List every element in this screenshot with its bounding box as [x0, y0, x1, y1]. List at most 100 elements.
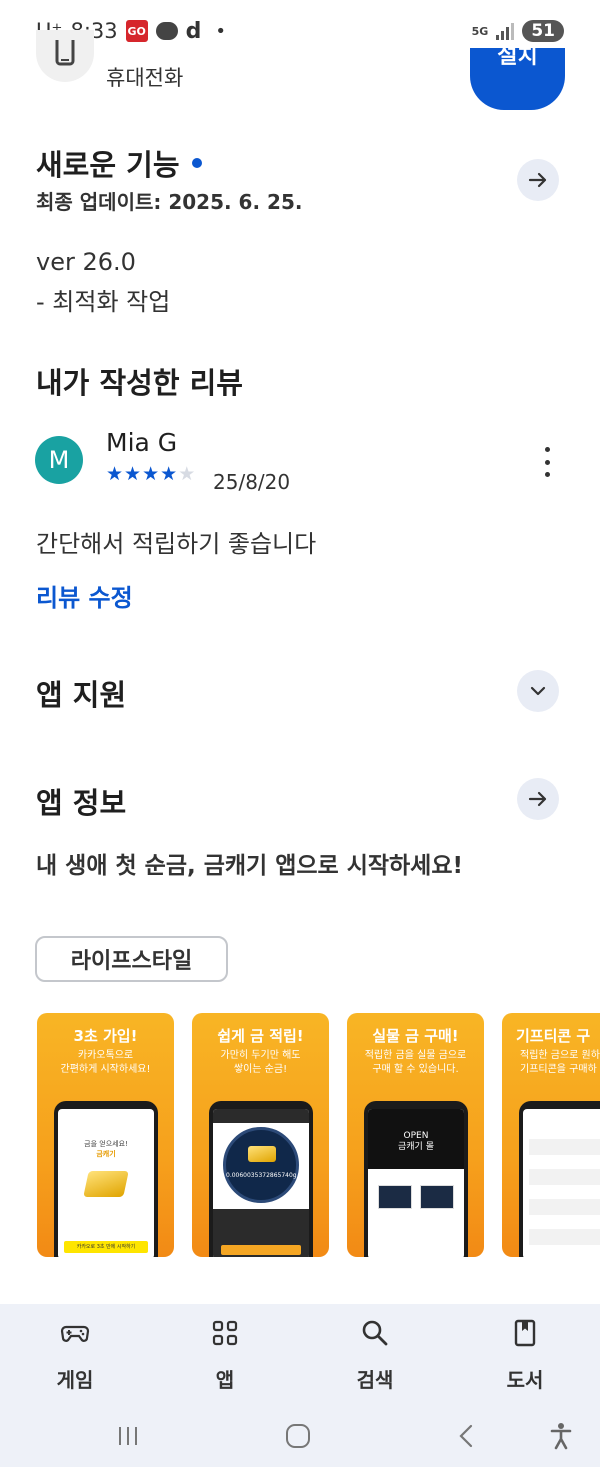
list-row — [529, 1139, 600, 1155]
recent-apps-button[interactable] — [108, 1416, 148, 1456]
review-date: 25/8/20 — [213, 470, 291, 494]
back-button[interactable] — [446, 1416, 486, 1456]
nav-label: 게임 — [56, 1368, 94, 1392]
screen-header — [213, 1109, 309, 1123]
phone-screen: 0.0060035372865740g — [213, 1109, 309, 1257]
screenshot-subtitle-line: 쌓이는 순금! — [233, 1064, 288, 1075]
screenshot-carousel[interactable]: 3초 가입! 카카오톡으로 간편하게 시작하세요! 금을 얻으세요! 금캐기 카… — [0, 1013, 600, 1258]
category-chip[interactable]: 라이프스타일 — [35, 936, 228, 982]
screenshot-subtitle-line: 카카오톡으로 — [77, 1050, 134, 1061]
install-button[interactable]: 설치 — [470, 48, 565, 110]
version-label: ver 26.0 — [36, 248, 136, 276]
phone-screen — [523, 1109, 600, 1257]
system-navigation-bar — [0, 1404, 600, 1467]
release-notes: - 최적화 작업 — [36, 288, 171, 316]
chevron-down-icon — [530, 686, 546, 696]
nav-label: 앱 — [215, 1368, 235, 1392]
arrow-right-icon — [528, 172, 547, 188]
phone-screen: OPEN 금캐기 몰 — [368, 1109, 464, 1257]
nav-item-books[interactable]: 도서 — [450, 1304, 600, 1404]
screen-text-line: 금을 얻으세요! — [84, 1140, 128, 1148]
home-icon — [286, 1424, 310, 1448]
app-info-arrow-button[interactable] — [517, 778, 559, 820]
screenshot-title: 실물 금 구매! — [372, 1027, 459, 1045]
whats-new-title: 새로운 기능 — [36, 142, 202, 184]
phone-device-icon — [36, 30, 94, 82]
screen-button — [221, 1245, 301, 1255]
screenshot-subtitle: 카카오톡으로 간편하게 시작하세요! — [37, 1049, 174, 1077]
phone-screen: 금을 얻으세요! 금캐기 카카오로 3초 만에 시작하기 — [58, 1109, 154, 1257]
last-updated: 최종 업데이트: 2025. 6. 25. — [36, 190, 303, 214]
nav-label: 검색 — [356, 1368, 394, 1392]
nav-item-search[interactable]: 검색 — [300, 1304, 450, 1404]
book-icon — [514, 1319, 536, 1347]
product-card — [378, 1185, 412, 1209]
device-row: 휴대전화 설치 — [0, 30, 600, 110]
screenshot-subtitle-line: 간편하게 시작하세요! — [60, 1064, 151, 1075]
my-review-title: 내가 작성한 리뷰 — [36, 366, 243, 400]
star-filled-icon: ★ — [124, 463, 142, 485]
screenshot-2[interactable]: 쉽게 금 적립! 가만히 두기만 해도 쌓이는 순금! 0.0060035372… — [192, 1013, 329, 1257]
screenshot-subtitle: 가만히 두기만 해도 쌓이는 순금! — [192, 1049, 329, 1077]
banner-mall-name: 금캐기 몰 — [398, 1142, 434, 1152]
mall-banner-text: OPEN 금캐기 몰 — [368, 1131, 464, 1153]
list-row — [529, 1229, 600, 1245]
accessibility-icon — [550, 1423, 572, 1450]
app-support-expand-button[interactable] — [517, 670, 559, 712]
kakao-login-button: 카카오로 3초 만에 시작하기 — [64, 1241, 148, 1253]
screenshot-subtitle-line: 적립한 금을 실물 금으로 — [364, 1050, 467, 1061]
whats-new-arrow-button[interactable] — [517, 159, 559, 201]
gold-bars-image — [83, 1171, 129, 1197]
recent-apps-icon — [119, 1427, 137, 1445]
gold-amount: 0.0060035372865740g — [226, 1172, 297, 1179]
screenshot-subtitle-line: 가만히 두기만 해도 — [220, 1050, 301, 1061]
nav-item-apps[interactable]: 앱 — [150, 1304, 300, 1404]
nav-label: 도서 — [506, 1368, 544, 1392]
phone-mockup: 0.0060035372865740g — [209, 1101, 313, 1257]
screen-text: 금을 얻으세요! 금캐기 — [58, 1139, 154, 1159]
screenshot-subtitle: 적립한 금을 실물 금으로 구매 할 수 있습니다. — [347, 1049, 484, 1077]
screenshot-subtitle-line: 구매 할 수 있습니다. — [372, 1064, 459, 1075]
screenshot-4[interactable]: 기프티콘 구 적립한 금으로 원하 기프티콘을 구매하 — [502, 1013, 600, 1257]
screenshot-3[interactable]: 실물 금 구매! 적립한 금을 실물 금으로 구매 할 수 있습니다. OPEN… — [347, 1013, 484, 1257]
gamepad-icon — [60, 1325, 90, 1342]
back-icon — [459, 1424, 473, 1448]
mall-banner: OPEN 금캐기 몰 — [368, 1109, 464, 1169]
screenshot-subtitle-line: 기프티콘을 구매하 — [520, 1064, 597, 1075]
phone-mockup: OPEN 금캐기 몰 — [364, 1101, 468, 1257]
star-empty-icon: ★ — [178, 463, 196, 485]
apps-grid-icon — [212, 1320, 238, 1346]
version-notes: ver 26.0 - 최적화 작업 — [36, 242, 170, 322]
whats-new-title-text: 새로운 기능 — [36, 148, 180, 182]
star-rating: ★ ★ ★ ★ ★ — [106, 464, 195, 484]
screen-brand: 금캐기 — [96, 1150, 116, 1158]
edit-review-link[interactable]: 리뷰 수정 — [36, 578, 133, 613]
phone-mockup — [519, 1101, 600, 1257]
gold-bar-image — [248, 1146, 276, 1162]
device-label: 휴대전화 — [106, 66, 184, 90]
phone-mockup: 금을 얻으세요! 금캐기 카카오로 3초 만에 시작하기 — [54, 1101, 158, 1257]
list-row — [529, 1199, 600, 1215]
screenshot-title: 3초 가입! — [73, 1027, 138, 1045]
screenshot-subtitle: 적립한 금으로 원하 기프티콘을 구매하 — [502, 1049, 600, 1077]
screenshot-1[interactable]: 3초 가입! 카카오톡으로 간편하게 시작하세요! 금을 얻으세요! 금캐기 카… — [37, 1013, 174, 1257]
banner-open: OPEN — [403, 1131, 429, 1141]
nav-item-games[interactable]: 게임 — [0, 1304, 150, 1404]
home-button[interactable] — [278, 1416, 318, 1456]
product-card — [420, 1185, 454, 1209]
new-indicator-dot — [191, 158, 202, 168]
avatar: M — [35, 436, 83, 484]
star-filled-icon: ★ — [142, 463, 160, 485]
star-filled-icon: ★ — [106, 463, 124, 485]
screenshot-title: 기프티콘 구 — [516, 1027, 591, 1045]
review-text: 간단해서 적립하기 좋습니다 — [36, 530, 317, 558]
more-options-icon[interactable] — [537, 447, 557, 477]
accessibility-button[interactable] — [541, 1416, 581, 1456]
reviewer-name: Mia G — [106, 428, 178, 457]
search-icon — [362, 1320, 388, 1346]
screenshot-title: 쉽게 금 적립! — [217, 1027, 304, 1045]
screenshot-subtitle-line: 적립한 금으로 원하 — [520, 1050, 600, 1061]
bottom-navigation: 게임 앱 검색 도서 — [0, 1304, 600, 1404]
star-filled-icon: ★ — [160, 463, 178, 485]
app-support-title: 앱 지원 — [36, 678, 127, 712]
